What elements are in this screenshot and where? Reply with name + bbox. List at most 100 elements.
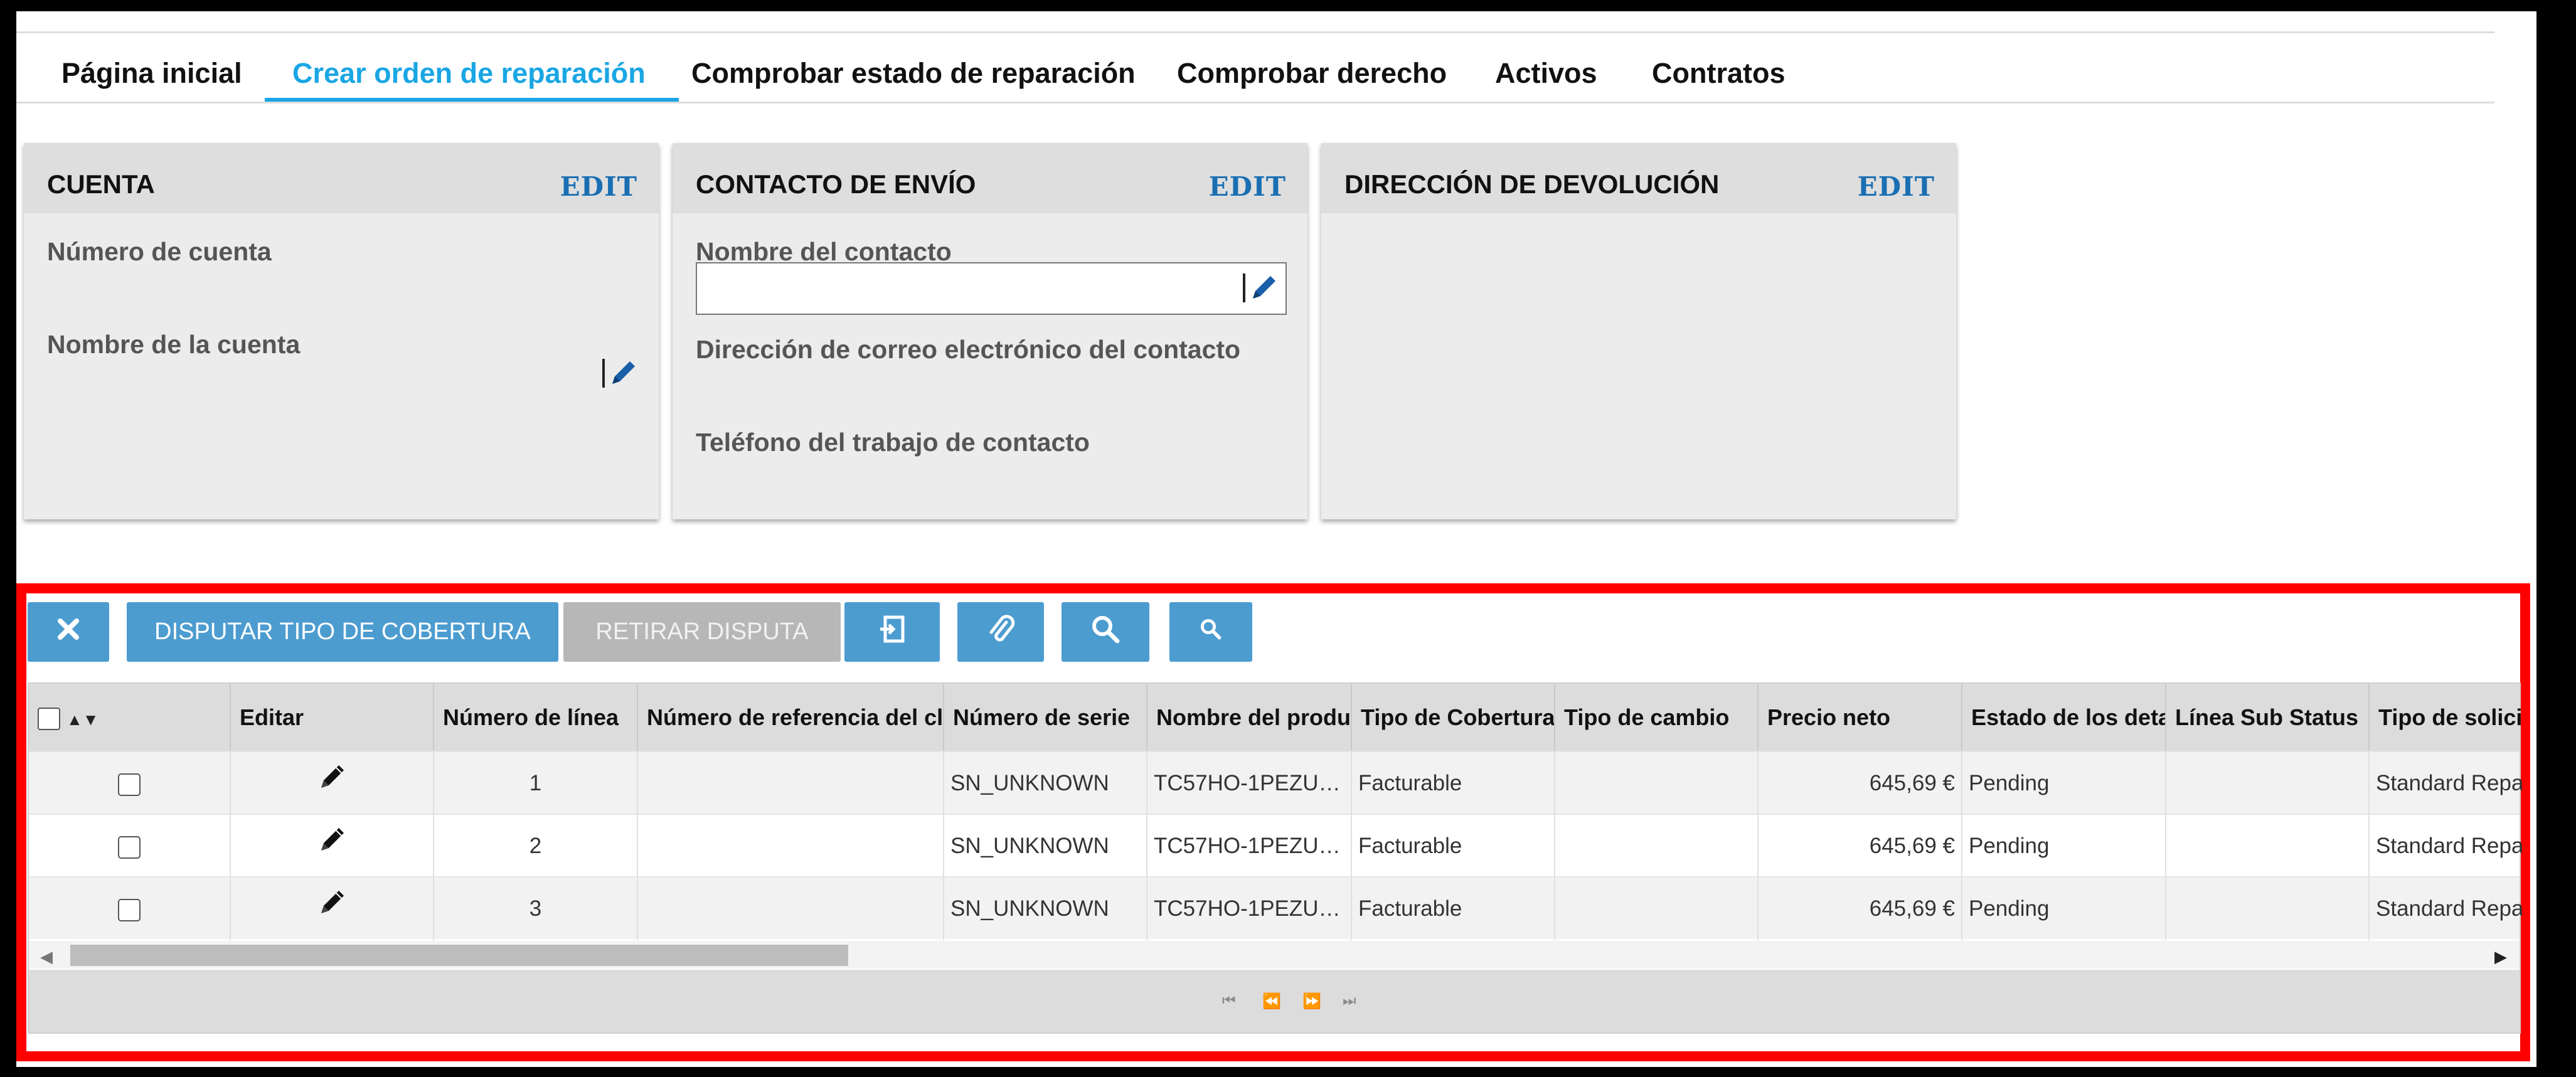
dispute-coverage-button[interactable]: DISPUTAR TIPO DE COBERTURA <box>127 602 558 662</box>
row-edit-icon[interactable] <box>316 816 348 878</box>
account-name-label: Nombre de la cuenta <box>47 330 301 359</box>
contact-name-edit-icon[interactable] <box>1242 268 1279 306</box>
tab-check-entitlement[interactable]: Comprobar derecho <box>1177 33 1447 102</box>
row-select-checkbox[interactable] <box>118 773 141 796</box>
row-edit-icon[interactable] <box>316 753 348 815</box>
grid-pager: ⏮ ⏪ ⏩ ⏭ <box>29 970 2520 1032</box>
cell-line-sub-status <box>2166 752 2370 815</box>
account-card: CUENTA EDIT Número de cuenta Nombre de l… <box>24 143 659 519</box>
export-button[interactable] <box>844 602 940 662</box>
row-edit-cell <box>231 878 434 940</box>
prev-page-icon[interactable]: ⏪ <box>1262 992 1281 1011</box>
row-edit-cell <box>231 815 434 878</box>
column-header-detail-status[interactable]: Estado de los detall <box>1962 684 2166 751</box>
cell-request-type: Standard Repair <box>2376 896 2522 921</box>
cell-customer-ref <box>638 752 944 815</box>
column-header-exchange-type[interactable]: Tipo de cambio <box>1555 684 1759 751</box>
contact-name-field[interactable] <box>696 262 1287 315</box>
grid-header-row: ▲▼ Editar Número de línea Número de refe… <box>29 684 2522 751</box>
return-address-card-header: DIRECCIÓN DE DEVOLUCIÓN EDIT <box>1321 143 1956 213</box>
contact-phone-label: Teléfono del trabajo de contacto <box>696 428 1090 457</box>
column-header-serial-number[interactable]: Número de serie <box>944 684 1147 751</box>
withdraw-dispute-button[interactable]: RETIRAR DISPUTA <box>563 602 841 662</box>
cell-serial-number: SN_UNKNOWN <box>944 815 1147 878</box>
table-row[interactable]: 1 SN_UNKNOWNTC57HO-1PEZU4P-A6Facturable 64… <box>29 751 2522 815</box>
first-page-icon[interactable]: ⏮ <box>1222 992 1236 1010</box>
cell-request-type: Standard Repair <box>2376 834 2522 858</box>
scrollbar-thumb[interactable] <box>70 945 848 966</box>
row-select-checkbox[interactable] <box>118 836 141 859</box>
column-header-product-name[interactable]: Nombre del produc <box>1147 684 1352 751</box>
cell-line-sub-status <box>2166 878 2370 940</box>
tab-contracts[interactable]: Contratos <box>1652 33 1786 102</box>
cell-coverage-type: Facturable <box>1352 815 1555 878</box>
clear-button[interactable] <box>28 602 109 662</box>
advanced-search-button[interactable] <box>1169 602 1252 662</box>
column-header-edit[interactable]: Editar <box>231 684 434 751</box>
cell-serial-number: SN_UNKNOWN <box>944 752 1147 815</box>
contact-email-label: Dirección de correo electrónico del cont… <box>696 335 1241 364</box>
cell-serial-number: SN_UNKNOWN <box>944 878 1147 940</box>
tab-home[interactable]: Página inicial <box>61 33 242 102</box>
column-header-net-price[interactable]: Precio neto <box>1759 684 1962 751</box>
repair-lines-grid: ▲▼ Editar Número de línea Número de refe… <box>28 682 2522 1034</box>
tab-assets[interactable]: Activos <box>1495 33 1597 102</box>
row-edit-cell <box>231 752 434 815</box>
account-card-header: CUENTA EDIT <box>24 143 659 213</box>
row-select-cell <box>29 878 231 940</box>
account-card-title: CUENTA <box>47 169 155 199</box>
cell-detail-status: Pending <box>1962 752 2166 815</box>
row-select-checkbox[interactable] <box>118 898 141 921</box>
select-all-checkbox[interactable] <box>38 708 60 731</box>
cell-request-type: Standard Repair <box>2376 771 2522 795</box>
last-page-icon[interactable]: ⏭ <box>1343 992 1356 1010</box>
cell-net-price: 645,69 € <box>1759 752 1962 815</box>
account-number-label: Número de cuenta <box>47 237 272 266</box>
column-header-request-type[interactable]: Tipo de solicit <box>2370 684 2522 751</box>
cell-coverage-type: Facturable <box>1352 752 1555 815</box>
column-header-line-number[interactable]: Número de línea <box>434 684 638 751</box>
return-address-card-title: DIRECCIÓN DE DEVOLUCIÓN <box>1344 169 1720 199</box>
search-icon <box>1090 613 1121 651</box>
scroll-right-icon[interactable]: ▶ <box>2494 947 2507 967</box>
tab-create-repair-order[interactable]: Crear orden de reparación <box>292 33 646 102</box>
shipping-contact-card-header: CONTACTO DE ENVÍO EDIT <box>673 143 1307 213</box>
search-button[interactable] <box>1062 602 1149 662</box>
cell-product-name: TC57HO-1PEZU4P-A6 <box>1147 878 1352 940</box>
table-row[interactable]: 2 SN_UNKNOWNTC57HO-1PEZU4P-A6Facturable 64… <box>29 814 2522 878</box>
shipping-contact-card-title: CONTACTO DE ENVÍO <box>696 169 976 199</box>
horizontal-scrollbar[interactable]: ◀ ▶ <box>29 941 2520 968</box>
cell-coverage-type: Facturable <box>1352 878 1555 940</box>
cell-line-number: 1 <box>434 752 638 815</box>
return-address-edit-link[interactable]: EDIT <box>1858 171 1935 202</box>
column-header-customer-ref[interactable]: Número de referencia del clie <box>638 684 944 751</box>
cell-line-number: 2 <box>434 815 638 878</box>
top-navigation: Página inicial Crear orden de reparación… <box>16 31 2494 103</box>
attach-button[interactable] <box>957 602 1044 662</box>
cell-exchange-type <box>1555 752 1759 815</box>
account-edit-link[interactable]: EDIT <box>560 171 637 202</box>
cell-detail-status: Pending <box>1962 878 2166 940</box>
close-icon <box>53 613 84 651</box>
scroll-left-icon[interactable]: ◀ <box>40 947 53 967</box>
tab-check-repair-status[interactable]: Comprobar estado de reparación <box>691 33 1136 102</box>
cell-product-name: TC57HO-1PEZU4P-A6 <box>1147 815 1352 878</box>
row-select-cell <box>29 752 231 815</box>
shipping-contact-edit-link[interactable]: EDIT <box>1209 171 1286 202</box>
return-address-card: DIRECCIÓN DE DEVOLUCIÓN EDIT <box>1321 143 1956 519</box>
cell-line-sub-status <box>2166 815 2370 878</box>
row-select-cell <box>29 815 231 878</box>
cell-line-number: 3 <box>434 878 638 940</box>
search-small-icon <box>1198 617 1223 648</box>
column-header-line-sub-status[interactable]: Línea Sub Status <box>2166 684 2370 751</box>
cell-detail-status: Pending <box>1962 815 2166 878</box>
table-row[interactable]: 3 SN_UNKNOWNTC57HO-1PEZU4P-A6Facturable 64… <box>29 876 2522 940</box>
account-name-edit-icon[interactable] <box>601 354 639 391</box>
row-edit-icon[interactable] <box>316 879 348 940</box>
sort-icon[interactable]: ▲▼ <box>67 710 98 729</box>
cell-net-price: 645,69 € <box>1759 878 1962 940</box>
next-page-icon[interactable]: ⏩ <box>1302 992 1321 1011</box>
column-header-coverage-type[interactable]: Tipo de Cobertura <box>1352 684 1555 751</box>
cell-product-name: TC57HO-1PEZU4P-A6 <box>1147 752 1352 815</box>
active-tab-indicator <box>265 98 679 102</box>
